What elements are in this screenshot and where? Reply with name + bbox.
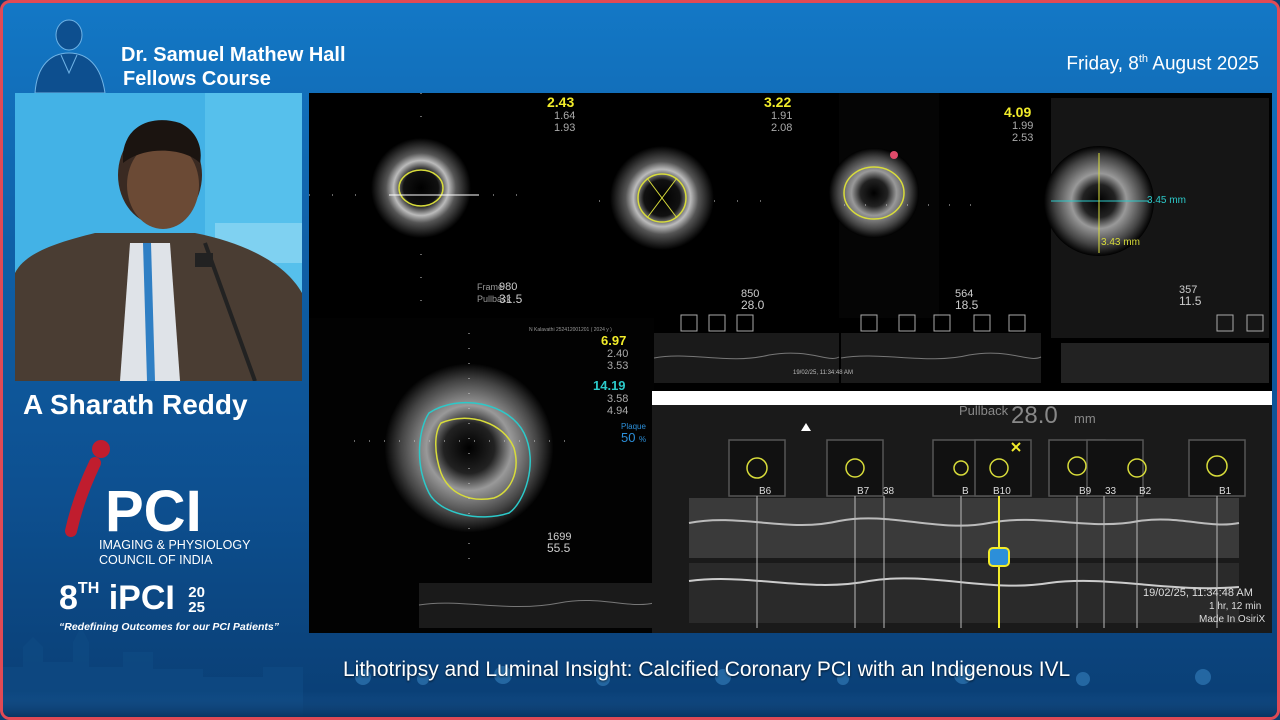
speaker-figure	[15, 93, 302, 381]
p5-pullback: 55.5	[547, 541, 571, 555]
bookmark-label: B10	[993, 486, 1011, 497]
ivus-panel-1: 2.43 1.64 1.93 Frame 980 Pullback 31.5	[309, 93, 575, 313]
zoom-pullback: 28.0	[1011, 402, 1058, 429]
presentation-slide: 2.43 1.64 1.93 Frame 980 Pullback 31.5 3…	[309, 93, 1272, 633]
p4-pullback: 11.5	[1179, 294, 1202, 308]
course-title: Dr. Samuel Mathew Hall Fellows Course	[121, 43, 346, 91]
speaker-video	[15, 93, 302, 381]
date-sup: th	[1138, 53, 1149, 65]
broadcast-frame: Dr. Samuel Mathew Hall Fellows Course Fr…	[0, 0, 1280, 720]
p5-vessel-area: 14.19	[593, 378, 626, 393]
p1-area: 2.43	[547, 94, 574, 110]
zoom-made: Made In OsiriX	[1199, 614, 1265, 625]
p3-area: 4.09	[1004, 104, 1031, 120]
org-name: IMAGING & PHYSIOLOGY COUNCIL OF INDIA	[99, 538, 250, 568]
ivus-panel-5: 6.97 2.40 3.53 14.19 3.58 4.94 Plaque 50…	[309, 318, 655, 633]
bookmark-label: B6	[759, 486, 772, 497]
bookmark-label: 38	[883, 486, 895, 497]
zoom-duration: 1 hr, 12 min	[1209, 601, 1261, 612]
ivus-panel-3: 4.09 1.99 2.53 564 18.5	[829, 93, 1033, 318]
p5-vessel-d1: 3.58	[607, 393, 628, 405]
zoom-timestamp: 19/02/25, 11:34:48 AM	[1143, 587, 1253, 599]
date-prefix: Friday, 8	[1066, 53, 1139, 75]
p5-vessel-d2: 4.94	[607, 405, 628, 417]
org-line-1: IMAGING & PHYSIOLOGY	[99, 538, 251, 552]
org-line-2: COUNCIL OF INDIA	[99, 553, 213, 567]
p2-timestamp: 19/02/25, 11:34:48 AM	[793, 370, 853, 376]
p1-d2: 1.93	[554, 122, 575, 134]
portrait-logo	[34, 19, 106, 93]
event-year: 20 25	[188, 585, 205, 615]
p4-m1: 3.45 mm	[1147, 195, 1186, 206]
ivus-panel-4: 3.45 mm 3.43 mm 357 11.5	[1044, 98, 1269, 383]
p3-d1: 1.99	[1012, 120, 1033, 132]
p1-pullback: 31.5	[499, 292, 523, 306]
course-line-2: Fellows Course	[123, 68, 271, 90]
course-line-1: Dr. Samuel Mathew Hall	[121, 44, 346, 66]
bookmark-label: B7	[857, 486, 870, 497]
event-title: 8TH iPCI 20 25	[59, 579, 205, 618]
speaker-name: A Sharath Reddy	[23, 389, 248, 420]
logo-text: PCI	[105, 479, 202, 544]
p5-lumen-d1: 2.40	[607, 348, 628, 360]
p5-lumen-area: 6.97	[601, 333, 626, 348]
ivus-panel-2: 3.22 1.91 2.08 850 28.0	[599, 94, 792, 312]
p2-d1: 1.91	[771, 110, 792, 122]
p2-pullback: 28.0	[741, 298, 765, 312]
p5-patient: N Kalavathi 252412001201 ( 2024 y )	[529, 327, 612, 333]
p3-d2: 2.53	[1012, 132, 1033, 144]
p3-pullback: 18.5	[955, 298, 979, 312]
p4-m2: 3.43 mm	[1101, 237, 1140, 248]
ivus-composite: 2.43 1.64 1.93 Frame 980 Pullback 31.5 3…	[309, 93, 1272, 633]
date-suffix: August 2025	[1148, 53, 1259, 75]
bookmark-label: B2	[1139, 486, 1152, 497]
p5-lumen-d2: 3.53	[607, 360, 628, 372]
p2-d2: 2.08	[771, 122, 792, 134]
bookmark-label: 33	[1105, 486, 1117, 497]
p2-area: 3.22	[764, 94, 791, 110]
event-sup: TH	[77, 579, 100, 597]
event-name: iPCI	[99, 579, 185, 617]
event-date: Friday, 8th August 2025	[1066, 53, 1259, 75]
p5-plaque-unit: %	[639, 435, 646, 444]
tagline: “Redefining Outcomes for our PCI Patient…	[59, 621, 279, 633]
p1-d1: 1.64	[554, 110, 575, 122]
zoom-pullback-label: Pullback	[959, 403, 1009, 418]
p5-plaque: 50	[621, 430, 635, 445]
bookmark-label: B9	[1079, 486, 1092, 497]
event-year-bottom: 25	[188, 599, 205, 617]
lecture-title: Lithotripsy and Luminal Insight: Calcifi…	[343, 658, 1071, 681]
event-num: 8	[59, 579, 78, 617]
bookmark-label: B1	[1219, 486, 1232, 497]
zoomed-longview: Pullback 28.0 mm B6 B7 38 B B10 B9 33 B2…	[652, 391, 1272, 633]
bookmark-label: B	[962, 486, 969, 497]
zoom-unit: mm	[1074, 411, 1096, 426]
